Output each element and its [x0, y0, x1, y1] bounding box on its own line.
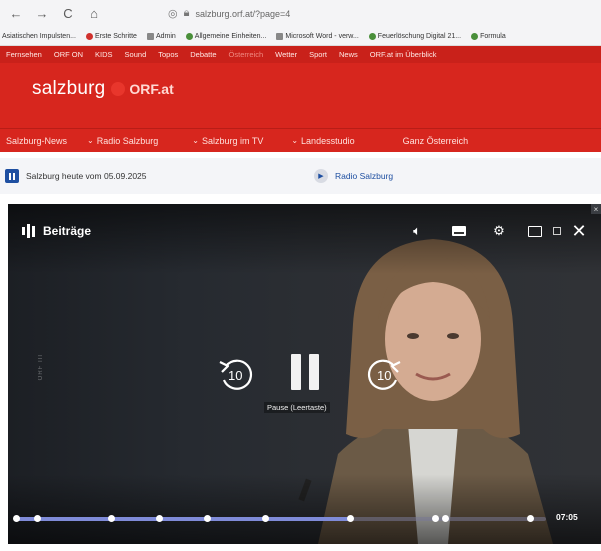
- section-nav-item[interactable]: Salzburg-News: [0, 136, 81, 146]
- section-nav-item[interactable]: ⌄ Landesstudio: [277, 136, 368, 146]
- section-nav-item[interactable]: ⌄ Salzburg im TV: [172, 136, 277, 146]
- radio-play-button[interactable]: ▶: [314, 169, 328, 183]
- site-header: Fernsehen ORF ON KIDS Sound Topos Debatt…: [0, 46, 601, 128]
- subtitles-button[interactable]: [448, 220, 470, 242]
- home-icon: ⌂: [90, 6, 98, 21]
- orf-logo-text: ORF.at: [129, 81, 174, 97]
- bookmark-icon: [368, 32, 376, 40]
- expand-icon: [553, 227, 561, 235]
- bookmark-item[interactable]: Erste Schritte: [85, 32, 137, 40]
- top-navigation: Fernsehen ORF ON KIDS Sound Topos Debatt…: [0, 46, 601, 63]
- bookmark-icon: [85, 32, 93, 40]
- dismiss-corner-button[interactable]: ×: [591, 204, 601, 214]
- chevron-down-icon: ⌄: [192, 136, 199, 145]
- bookmark-item[interactable]: Feuerlöschung Digital 21...: [368, 32, 461, 40]
- chapter-marker[interactable]: [203, 515, 211, 522]
- top-nav-item[interactable]: Österreich: [229, 50, 264, 59]
- bookmark-item[interactable]: Asiatischen Impuls­ten...: [2, 33, 76, 40]
- radio-link[interactable]: Radio Salzburg: [335, 171, 393, 181]
- section-navigation: Salzburg-News ⌄ Radio Salzburg ⌄ Salzburg …: [0, 128, 601, 152]
- brand-name: salzburg: [32, 78, 106, 99]
- controls-gradient-top: [8, 204, 601, 274]
- bookmarks-bar: Asiatischen Impuls­ten... Erste Schritte…: [0, 27, 601, 46]
- shield-icon: ◎: [168, 8, 178, 20]
- back-arrow-icon: ←: [9, 6, 23, 21]
- top-nav-item[interactable]: ORF ON: [54, 50, 83, 59]
- orf-eye-icon: [111, 82, 126, 96]
- url-text: salzburg.orf.at/?page=4: [195, 8, 291, 19]
- section-nav-item[interactable]: ⌄ Radio Salzburg: [81, 136, 172, 146]
- progress-fill: [16, 517, 350, 521]
- playlist-label: Beiträge: [43, 224, 92, 238]
- close-icon: ×: [593, 204, 599, 214]
- pause-bar-icon: [309, 354, 319, 390]
- back-button[interactable]: ←: [6, 4, 26, 24]
- lock-icon: 🔒︎: [183, 7, 190, 19]
- bookmark-icon: [471, 32, 479, 40]
- folder-icon: [146, 32, 154, 40]
- pause-bar-icon: [291, 354, 301, 390]
- chapter-marker[interactable]: [346, 515, 354, 522]
- settings-button[interactable]: ⚙︎: [488, 220, 510, 242]
- forward-arrow-icon: →: [35, 6, 49, 21]
- bookmark-icon: [185, 32, 193, 40]
- picture-in-picture-icon: [528, 225, 542, 237]
- audio-title: Salzburg heute vom 05.09.2025: [26, 171, 147, 181]
- playlist-toggle[interactable]: Beiträge: [22, 224, 91, 238]
- top-nav-item[interactable]: KIDS: [95, 50, 113, 59]
- playlist-icon: [22, 224, 35, 238]
- audio-pause-button[interactable]: [5, 169, 19, 183]
- forward-10-button[interactable]: 10: [364, 354, 404, 394]
- speaker-icon: 🔈︎: [413, 223, 421, 238]
- top-nav-item[interactable]: Wetter: [275, 50, 297, 59]
- close-icon: ✕: [571, 220, 587, 241]
- top-nav-item[interactable]: Fernsehen: [6, 50, 42, 59]
- rewind-seconds: 10: [228, 368, 243, 383]
- chevron-down-icon: ⌄: [87, 136, 94, 145]
- top-nav-item[interactable]: Sport: [309, 50, 327, 59]
- reload-icon: C: [63, 6, 73, 21]
- browser-toolbar: ← → C ⌂ ◎ 🔒︎ salzburg.orf.at/?page=4: [0, 0, 601, 27]
- chapter-marker[interactable]: [527, 515, 535, 522]
- chapter-marker[interactable]: [442, 515, 450, 522]
- chevron-down-icon: ⌄: [291, 136, 299, 145]
- video-player[interactable]: Beiträge 🔈︎ ⚙︎ ✕ × ORF III 10 Pause (Lee…: [8, 204, 601, 544]
- subtitles-icon: [452, 226, 466, 236]
- volume-button[interactable]: 🔈︎: [406, 220, 428, 242]
- bookmark-item[interactable]: Admin: [146, 32, 176, 40]
- reload-button[interactable]: C: [58, 4, 78, 24]
- play-pause-button[interactable]: [291, 354, 321, 394]
- forward-button[interactable]: →: [32, 4, 52, 24]
- channel-watermark: ORF III: [38, 354, 44, 381]
- forward-seconds: 10: [377, 368, 392, 383]
- top-nav-item[interactable]: Sound: [125, 50, 147, 59]
- pause-tooltip: Pause (Leertaste): [264, 402, 330, 413]
- audio-player-bar: Salzburg heute vom 05.09.2025 ▶ Radio Sa…: [0, 158, 601, 194]
- orf-logo: ORF.at: [111, 81, 174, 97]
- page-icon: [276, 32, 284, 40]
- top-nav-item[interactable]: Topos: [158, 50, 178, 59]
- top-nav-item[interactable]: News: [339, 50, 358, 59]
- top-nav-item[interactable]: ORF.at im Überblick: [370, 50, 437, 59]
- gear-icon: ⚙︎: [493, 223, 505, 238]
- controls-gradient-bottom: [8, 474, 601, 544]
- chapter-marker[interactable]: [13, 515, 20, 522]
- section-nav-item[interactable]: Ganz Österreich: [369, 136, 483, 146]
- address-bar[interactable]: ◎ 🔒︎ salzburg.orf.at/?page=4: [168, 4, 598, 23]
- current-time: 07:05: [556, 512, 578, 522]
- play-icon: ▶: [318, 173, 324, 180]
- top-nav-item[interactable]: Debatte: [190, 50, 216, 59]
- rewind-10-button[interactable]: 10: [216, 354, 256, 394]
- chapter-marker[interactable]: [431, 515, 439, 522]
- progress-timeline[interactable]: [13, 515, 546, 522]
- bookmark-item[interactable]: Formula: [471, 32, 506, 40]
- bookmark-item[interactable]: Allgemeine Einheiten...: [185, 32, 266, 40]
- picture-in-picture-button[interactable]: [524, 220, 546, 242]
- home-button[interactable]: ⌂: [84, 4, 104, 24]
- close-player-button[interactable]: ✕: [568, 220, 590, 242]
- theater-mode-button[interactable]: [546, 220, 568, 242]
- site-logo[interactable]: salzburg ORF.at: [32, 78, 174, 100]
- bookmark-item[interactable]: Microsoft Word - verw...: [276, 32, 359, 40]
